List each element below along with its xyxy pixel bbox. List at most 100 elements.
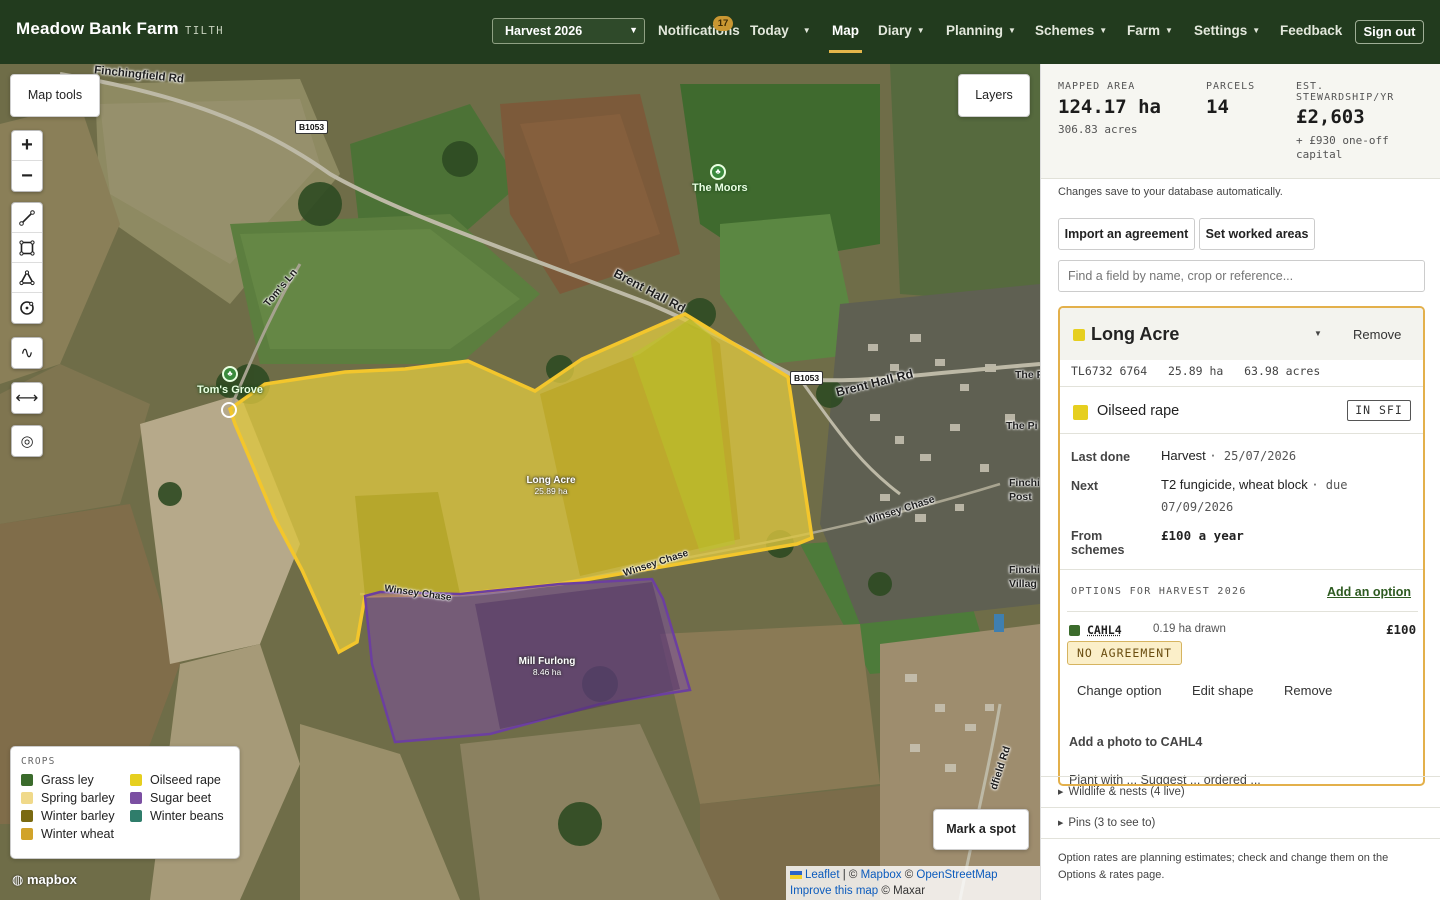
notifications-count-badge: 17 — [713, 16, 733, 31]
crop-legend: CROPS Grass ley Oilseed rape Spring barl… — [10, 746, 240, 859]
field-card: Long Acre ▼ Remove TL6732 6764 25.89 ha … — [1058, 306, 1425, 786]
next-due-date: 07/09/2026 — [1161, 500, 1234, 514]
improve-map-link[interactable]: Improve this map — [790, 885, 878, 897]
nav-settings[interactable]: Settings ▼ — [1194, 23, 1260, 38]
sign-out-button[interactable]: Sign out — [1355, 20, 1424, 44]
options-heading: OPTIONS FOR HARVEST 2026 — [1071, 586, 1247, 597]
place-label: The Pi — [1006, 420, 1038, 432]
legend-title: CROPS — [21, 756, 56, 767]
mark-spot-button[interactable]: Mark a spot — [933, 809, 1029, 850]
place-label: Finchi Villag — [1009, 564, 1040, 590]
zoom-in-button[interactable]: + — [12, 131, 42, 161]
legend-swatch — [21, 828, 33, 840]
draw-line-icon[interactable] — [12, 203, 42, 233]
nav-planning[interactable]: Planning ▼ — [946, 23, 1016, 38]
from-schemes-value: £100 a year — [1161, 528, 1244, 543]
field-label-long-acre[interactable]: Long Acre 25.89 ha — [519, 475, 583, 496]
map-attribution: Leaflet | © Mapbox © OpenStreetMap Impro… — [786, 866, 1040, 900]
import-agreement-button[interactable]: Import an agreement — [1058, 218, 1195, 250]
field-name: Mill Furlong — [518, 656, 576, 667]
road-shield: B1053 — [790, 371, 824, 385]
nav-schemes[interactable]: Schemes ▼ — [1035, 23, 1107, 38]
osm-link[interactable]: OpenStreetMap — [916, 869, 997, 881]
ukraine-flag-icon — [790, 871, 802, 879]
field-name: Long Acre — [526, 475, 576, 486]
option-code-link[interactable]: CAHL4 — [1087, 623, 1122, 637]
draw-rectangle-icon[interactable] — [12, 233, 42, 263]
option-drawn-area: 0.19 ha drawn — [1153, 623, 1226, 635]
map-tools-button[interactable]: Map tools — [10, 74, 100, 117]
rates-footnote: Option rates are planning estimates; che… — [1058, 852, 1389, 881]
product-name: TILTH — [185, 25, 225, 37]
crop-name[interactable]: Oilseed rape — [1097, 403, 1179, 419]
wildlife-section-toggle[interactable]: ▶ Wildlife & nests (4 live) — [1041, 776, 1440, 807]
change-option-button[interactable]: Change option — [1077, 683, 1162, 698]
mapbox-logo-text: mapbox — [26, 872, 77, 887]
legend-label: Winter barley — [41, 809, 115, 823]
edit-shape-button[interactable]: Edit shape — [1192, 683, 1253, 698]
legend-label: Winter wheat — [41, 827, 114, 841]
set-worked-areas-button[interactable]: Set worked areas — [1199, 218, 1315, 250]
draw-circle-icon[interactable] — [12, 293, 42, 323]
legend-swatch — [21, 792, 33, 804]
farm-stats: MAPPED AREA 124.17 ha 306.83 acres PARCE… — [1041, 64, 1440, 179]
last-done-label: Last done — [1071, 450, 1131, 464]
target-icon[interactable]: ◎ — [12, 426, 42, 456]
nav-today[interactable]: Today ▼ — [750, 23, 811, 38]
chevron-down-icon: ▼ — [1099, 26, 1108, 35]
satellite-map[interactable]: Finchingfield Rd Brent Hall Rd Brent Hal… — [0, 64, 1040, 900]
zoom-control: + − — [11, 130, 43, 192]
capital-note-line2: capital — [1296, 148, 1343, 161]
nav-farm[interactable]: Farm ▼ — [1127, 23, 1173, 38]
mapped-area-label: MAPPED AREA — [1058, 81, 1136, 92]
mapped-area-acres: 306.83 acres — [1058, 123, 1138, 136]
add-option-link[interactable]: Add an option — [1327, 585, 1411, 599]
poi-label: The Moors — [692, 182, 748, 194]
option-amount: £100 — [1386, 622, 1417, 637]
place-label: The P — [1015, 369, 1040, 381]
park-pin-icon[interactable]: ♣ — [710, 164, 726, 180]
remove-option-button[interactable]: Remove — [1284, 683, 1332, 698]
road-shield: B1053 — [295, 120, 329, 134]
leaflet-link[interactable]: Leaflet — [805, 869, 840, 881]
field-panel: MAPPED AREA 124.17 ha 306.83 acres PARCE… — [1040, 64, 1440, 900]
divider — [1060, 433, 1423, 434]
nav-schemes-label: Schemes — [1035, 23, 1095, 38]
chevron-down-icon: ▼ — [916, 26, 925, 35]
maxar-credit: © Maxar — [878, 885, 926, 897]
divider — [1067, 611, 1418, 612]
legend-item: Winter wheat — [21, 827, 130, 841]
field-title: Long Acre — [1091, 324, 1180, 344]
remove-field-button[interactable]: Remove — [1353, 327, 1401, 342]
locate-control: ◎ — [11, 425, 43, 457]
freehand-icon[interactable]: ∿ — [12, 338, 42, 368]
layers-button[interactable]: Layers — [958, 74, 1030, 117]
field-label-mill-furlong[interactable]: Mill Furlong 8.46 ha — [512, 656, 582, 677]
nav-today-label: Today — [750, 23, 789, 38]
chevron-down-icon[interactable]: ▼ — [1314, 329, 1322, 338]
mapbox-logo-icon: ◍ — [12, 872, 27, 887]
field-search-input[interactable] — [1058, 260, 1425, 292]
mapbox-logo[interactable]: ◍ mapbox — [12, 872, 77, 888]
season-select[interactable]: Harvest 2026 ▼ — [492, 18, 645, 44]
scheme-status-tag: IN SFI — [1347, 400, 1411, 421]
park-pin-icon[interactable]: ♣ — [222, 366, 238, 382]
option-color-swatch — [1069, 625, 1080, 636]
add-photo-button[interactable]: Add a photo to CAHL4 — [1069, 735, 1202, 749]
measure-icon[interactable]: ⟷ — [12, 383, 42, 413]
legend-label: Spring barley — [41, 791, 115, 805]
legend-item: Winter beans — [130, 809, 230, 823]
field-card-header[interactable]: Long Acre ▼ Remove — [1060, 308, 1423, 360]
draw-polygon-icon[interactable] — [12, 263, 42, 293]
farm-name[interactable]: Meadow Bank Farm — [16, 19, 179, 39]
from-schemes-label-line2: schemes — [1071, 543, 1125, 557]
pins-section-toggle[interactable]: ▶ Pins (3 to see to) — [1041, 807, 1440, 838]
nav-feedback[interactable]: Feedback — [1280, 23, 1342, 38]
capital-note-line1: + £930 one-off — [1296, 134, 1389, 147]
nav-diary[interactable]: Diary ▼ — [878, 23, 925, 38]
nav-map[interactable]: Map — [832, 23, 859, 38]
zoom-out-button[interactable]: − — [12, 161, 42, 191]
from-schemes-label-line1: From — [1071, 529, 1103, 543]
mapbox-link[interactable]: Mapbox — [861, 869, 902, 881]
divider — [1041, 838, 1440, 839]
